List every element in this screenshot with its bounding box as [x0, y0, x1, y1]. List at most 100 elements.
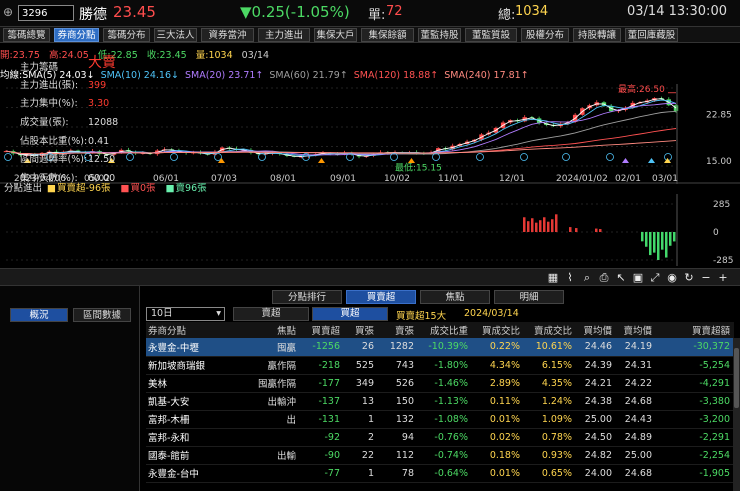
- period-select[interactable]: 10日 ▾: [146, 307, 225, 321]
- event-marker-icon[interactable]: [390, 153, 398, 161]
- summary-row: 集中天數(%): 60.00: [20, 172, 138, 185]
- column-header[interactable]: 券商分點: [146, 322, 240, 338]
- event-triangle-icon[interactable]: [408, 158, 415, 163]
- summary-value: 大賣: [88, 55, 116, 71]
- event-triangle-icon[interactable]: [648, 158, 655, 163]
- print-icon[interactable]: ⎙: [596, 270, 612, 285]
- scrollbar-thumb[interactable]: [734, 348, 739, 408]
- tab-7[interactable]: 集保大戶: [314, 28, 357, 42]
- table-row[interactable]: 富邦-木柵出 -131 1 132 -1.08% 0.01% 1.09% 25.00 24.43…: [146, 410, 734, 429]
- event-triangle-icon[interactable]: [318, 158, 325, 163]
- refresh-icon[interactable]: ↻: [681, 270, 697, 285]
- tab-8[interactable]: 集保餘額: [361, 28, 414, 42]
- subtab-3[interactable]: 焦點: [420, 290, 490, 304]
- table-row[interactable]: 國泰-館前 出輸 -90 22 112 -0.74% 0.18% 0.93% 24.82 25.0…: [146, 446, 734, 465]
- cursor-icon[interactable]: ↖: [613, 270, 629, 285]
- summary-key: 主力進出(張):: [20, 80, 79, 91]
- event-marker-icon[interactable]: [4, 153, 12, 161]
- open-price: 開:23.75: [0, 50, 40, 61]
- column-header[interactable]: 買賣超: [300, 322, 344, 338]
- filter-row: 10日 ▾ 賣超 買超 買賣超15大 2024/03/14: [146, 306, 740, 322]
- event-marker-icon[interactable]: [606, 153, 614, 161]
- table-cell: 24.50: [576, 428, 616, 447]
- column-header[interactable]: 賣均價: [616, 322, 656, 338]
- column-header[interactable]: 買賣超額: [656, 322, 734, 338]
- summary-row: 佔股本比重(%): 0.41: [20, 135, 138, 148]
- table-cell: -2,291: [656, 428, 734, 447]
- table-cell: 24.00: [576, 464, 616, 483]
- tab-range-data[interactable]: 區間數據: [73, 308, 131, 322]
- event-triangle-icon[interactable]: [622, 158, 629, 163]
- tab-3[interactable]: 籌碼分布: [103, 28, 150, 42]
- event-marker-icon[interactable]: [214, 153, 222, 161]
- stock-code-input[interactable]: [18, 5, 74, 21]
- column-header[interactable]: 成交比重: [418, 322, 472, 338]
- event-marker-icon[interactable]: [432, 153, 440, 161]
- event-marker-icon[interactable]: [170, 153, 178, 161]
- column-header[interactable]: 焦點: [240, 322, 300, 338]
- filter-buy-button[interactable]: 買超: [312, 307, 388, 321]
- table-cell: 743: [378, 356, 418, 375]
- search-chart-icon[interactable]: ⌕: [579, 270, 595, 285]
- tab-4[interactable]: 三大法人: [154, 28, 197, 42]
- table-cell: -1,905: [656, 464, 734, 483]
- sell-bar: [661, 232, 664, 250]
- tab-1[interactable]: 籌碼總覽: [3, 28, 50, 42]
- table-row[interactable]: 凱基-大安 出輸沖 -137 13 150 -1.13% 0.11% 1.24% 24.38 24…: [146, 392, 734, 411]
- feature-tabs: 籌碼總覽 券商分點 籌碼分布 三大法人 資券當沖 主力進出 集保大戶 集保餘額 董監持股 董監質設…: [0, 26, 740, 43]
- x-tick-label: 08/01: [270, 174, 296, 184]
- table-row[interactable]: 新加坡商瑞銀 贏作隔 -218 525 743 -1.80% 4.34% 6.15% 24.39…: [146, 356, 734, 375]
- minus-icon[interactable]: −: [698, 270, 714, 285]
- indicator-chart[interactable]: 285 0 -285: [0, 194, 740, 266]
- tab-10[interactable]: 董監質設: [465, 28, 517, 42]
- event-marker-icon[interactable]: [258, 153, 266, 161]
- table-row[interactable]: 美林 囤贏作隔 -177 349 526 -1.46% 2.89% 4.35% 24.21 24.…: [146, 374, 734, 393]
- add-stock-icon[interactable]: ⊕: [3, 5, 13, 19]
- table-row[interactable]: 永豐金-中壢 囤贏 -1256 26 1282 -10.39% 0.22% 10.61% 24.…: [146, 338, 734, 357]
- column-header[interactable]: 買張: [344, 322, 378, 338]
- series-dot-icon: ■: [165, 183, 175, 194]
- x-tick-label: 12/01: [499, 174, 525, 184]
- column-header[interactable]: 賣張: [378, 322, 418, 338]
- subtab-1[interactable]: 分點排行: [272, 290, 342, 304]
- plus-icon[interactable]: +: [715, 270, 731, 285]
- zoom-fit-icon[interactable]: ⤢: [647, 270, 663, 285]
- filter-sell-button[interactable]: 賣超: [233, 307, 309, 321]
- tab-12[interactable]: 持股轉讓: [573, 28, 621, 42]
- buy-bar: [543, 217, 546, 232]
- table-cell: -5,254: [656, 356, 734, 375]
- table-cell: -30,372: [656, 338, 734, 357]
- table-cell: 24.68: [616, 392, 656, 411]
- fit-icon[interactable]: ▣: [630, 270, 646, 285]
- table-row[interactable]: 永豐金-台中 -77 1 78 -0.64% 0.01% 0.65% 24.00 24.68 -1…: [146, 464, 734, 483]
- column-header[interactable]: 賣成交比: [524, 322, 576, 338]
- buy-bar: [555, 214, 558, 232]
- tab-5[interactable]: 資券當沖: [201, 28, 254, 42]
- table-cell: -3,200: [656, 410, 734, 429]
- tab-overview[interactable]: 概況: [10, 308, 68, 322]
- event-marker-icon[interactable]: [476, 153, 484, 161]
- table-cell: 150: [378, 392, 418, 411]
- table-cell: [240, 464, 300, 483]
- tab-9[interactable]: 董監持股: [418, 28, 461, 42]
- column-header[interactable]: 買成交比: [472, 322, 524, 338]
- tab-6[interactable]: 主力進出: [258, 28, 310, 42]
- chart-style-icon[interactable]: ⌇: [562, 270, 578, 285]
- grid-icon[interactable]: ▦: [545, 270, 561, 285]
- table-cell: -137: [300, 392, 344, 411]
- subtab-4[interactable]: 明細: [494, 290, 564, 304]
- event-marker-icon[interactable]: [520, 153, 528, 161]
- tab-11[interactable]: 股權分布: [521, 28, 569, 42]
- table-row[interactable]: 富邦-永和 -92 2 94 -0.76% 0.02% 0.78% 24.50 24.89 -2,…: [146, 428, 734, 447]
- table-scrollbar[interactable]: [733, 338, 740, 491]
- event-marker-icon[interactable]: [562, 153, 570, 161]
- eye-icon[interactable]: ◉: [664, 270, 680, 285]
- y-tick-label: 22.85: [706, 110, 732, 120]
- table-cell: 0.01%: [472, 410, 524, 429]
- column-header[interactable]: 買均價: [576, 322, 616, 338]
- total-volume: 1034: [515, 4, 549, 19]
- table-cell: -10.39%: [418, 338, 472, 357]
- tab-2[interactable]: 券商分點: [54, 28, 99, 42]
- subtab-2[interactable]: 買賣超: [346, 290, 416, 304]
- tab-13[interactable]: 董回庫藏股: [625, 28, 678, 42]
